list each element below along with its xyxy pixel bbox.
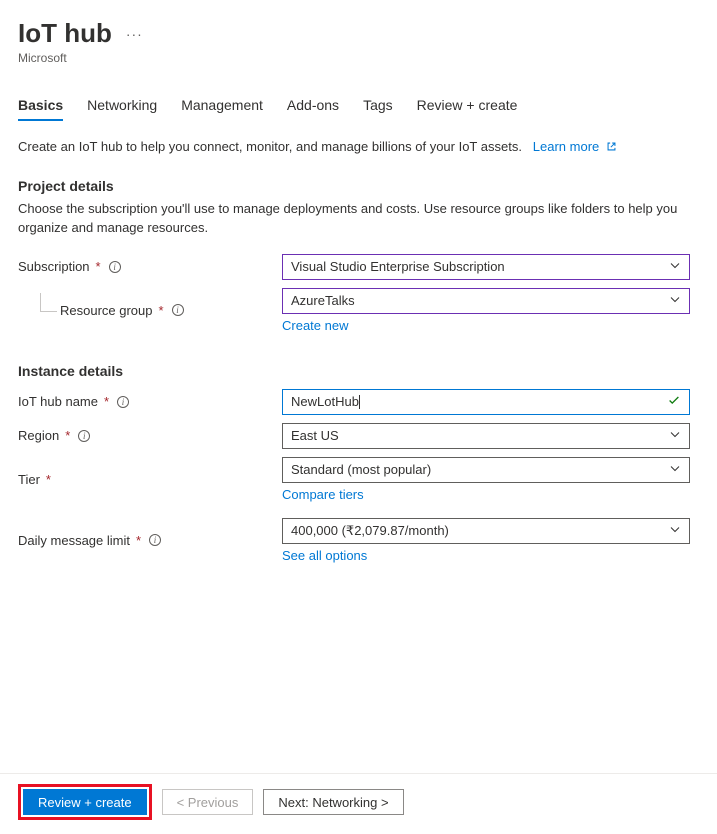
more-menu-icon[interactable]: ···: [126, 27, 143, 41]
project-details-desc: Choose the subscription you'll use to ma…: [18, 200, 699, 238]
tab-tags[interactable]: Tags: [363, 97, 393, 121]
tab-review[interactable]: Review + create: [417, 97, 518, 121]
chevron-down-icon: [669, 428, 681, 443]
iot-hub-name-input[interactable]: NewLotHub: [282, 389, 690, 415]
tab-addons[interactable]: Add-ons: [287, 97, 339, 121]
subscription-value: Visual Studio Enterprise Subscription: [291, 259, 505, 274]
intro-body: Create an IoT hub to help you connect, m…: [18, 139, 522, 154]
resource-group-value: AzureTalks: [291, 293, 355, 308]
create-new-link[interactable]: Create new: [282, 318, 690, 333]
info-icon[interactable]: i: [109, 261, 121, 273]
tier-value: Standard (most popular): [291, 462, 431, 477]
info-icon[interactable]: i: [172, 304, 184, 316]
review-create-button[interactable]: Review + create: [23, 789, 147, 815]
daily-limit-label: Daily message limit* i: [18, 533, 282, 548]
tab-management[interactable]: Management: [181, 97, 263, 121]
daily-limit-dropdown[interactable]: 400,000 (₹2,079.87/month): [282, 518, 690, 544]
publisher-label: Microsoft: [18, 51, 699, 65]
chevron-down-icon: [669, 523, 681, 538]
tab-strip: Basics Networking Management Add-ons Tag…: [18, 97, 699, 121]
daily-limit-value: 400,000 (₹2,079.87/month): [291, 523, 449, 539]
intro-text: Create an IoT hub to help you connect, m…: [18, 139, 699, 154]
learn-more-label: Learn more: [533, 139, 599, 154]
info-icon[interactable]: i: [149, 534, 161, 546]
tier-label: Tier*: [18, 472, 282, 487]
region-label: Region* i: [18, 428, 282, 443]
page-title: IoT hub: [18, 18, 112, 49]
instance-details-heading: Instance details: [18, 363, 699, 379]
iot-hub-name-label: IoT hub name* i: [18, 394, 282, 409]
info-icon[interactable]: i: [78, 430, 90, 442]
external-link-icon: [606, 141, 617, 152]
tier-dropdown[interactable]: Standard (most popular): [282, 457, 690, 483]
iot-hub-name-value: NewLotHub: [291, 394, 359, 409]
compare-tiers-link[interactable]: Compare tiers: [282, 487, 690, 502]
resource-group-label: Resource group* i: [18, 303, 282, 318]
region-value: East US: [291, 428, 339, 443]
wizard-footer: Review + create < Previous Next: Network…: [0, 773, 717, 834]
tab-networking[interactable]: Networking: [87, 97, 157, 121]
next-button[interactable]: Next: Networking >: [263, 789, 403, 815]
info-icon[interactable]: i: [117, 396, 129, 408]
resource-group-dropdown[interactable]: AzureTalks: [282, 288, 690, 314]
subscription-label: Subscription* i: [18, 259, 282, 274]
check-icon: [667, 393, 681, 410]
see-all-options-link[interactable]: See all options: [282, 548, 690, 563]
chevron-down-icon: [669, 462, 681, 477]
chevron-down-icon: [669, 293, 681, 308]
previous-button: < Previous: [162, 789, 254, 815]
learn-more-link[interactable]: Learn more: [533, 139, 617, 154]
region-dropdown[interactable]: East US: [282, 423, 690, 449]
project-details-heading: Project details: [18, 178, 699, 194]
subscription-dropdown[interactable]: Visual Studio Enterprise Subscription: [282, 254, 690, 280]
chevron-down-icon: [669, 259, 681, 274]
tab-basics[interactable]: Basics: [18, 97, 63, 121]
